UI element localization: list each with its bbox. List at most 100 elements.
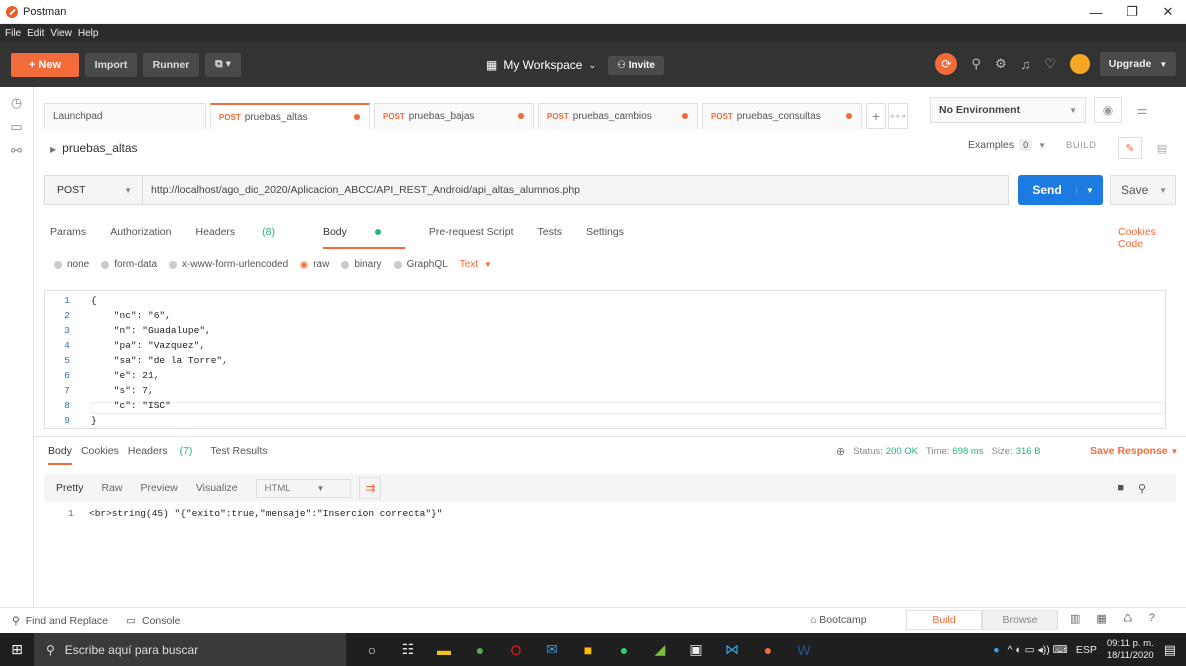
body-editor[interactable]: 1{ 2 "nc": "6", 3 "n": "Guadalupe", 4 "p…	[44, 290, 1166, 429]
eye-icon[interactable]: ◉	[1094, 97, 1122, 123]
tab-body[interactable]: Body	[322, 226, 405, 249]
copy-icon[interactable]: ■	[1117, 482, 1124, 494]
view-visualize[interactable]: Visualize	[196, 482, 238, 494]
bootcamp-button[interactable]: ⌂ Bootcamp	[810, 614, 867, 626]
language-indicator[interactable]: ESP	[1076, 644, 1097, 656]
tab-response-headers[interactable]: Headers (7)	[128, 445, 201, 457]
tab-tests[interactable]: Tests	[538, 226, 563, 238]
radio-raw[interactable]: raw	[300, 259, 329, 270]
view-preview[interactable]: Preview	[140, 482, 177, 494]
console-button[interactable]: Console	[142, 615, 181, 627]
media-icon[interactable]: ▣	[678, 641, 714, 658]
mail-icon[interactable]: ✉	[534, 641, 570, 658]
format-select[interactable]: Text ▼	[460, 259, 492, 270]
tab-pruebas-consultas[interactable]: POST pruebas_consultas	[702, 103, 862, 129]
response-lang-select[interactable]: HTML ▼	[255, 478, 352, 498]
satellite-icon[interactable]: ⚲	[971, 56, 981, 72]
task-view-icon[interactable]: ☷	[390, 641, 426, 658]
app-icon[interactable]: ●	[606, 642, 642, 658]
trash-icon[interactable]: ♺	[1123, 612, 1133, 625]
cortana-icon[interactable]: ○	[354, 642, 390, 658]
globe-icon[interactable]: ⊕	[836, 445, 845, 458]
settings-sliders-icon[interactable]: ⚌	[1128, 97, 1156, 123]
tab-headers[interactable]: Headers (8)	[195, 226, 298, 238]
tab-authorization[interactable]: Authorization	[110, 226, 171, 238]
environment-select[interactable]: No Environment ▼	[930, 97, 1086, 123]
help-circle-icon[interactable]: ●	[993, 644, 999, 656]
tab-params[interactable]: Params	[50, 226, 86, 238]
wrap-lines-icon[interactable]: ⇉	[359, 477, 382, 499]
tab-pre-request-script[interactable]: Pre-request Script	[429, 226, 514, 238]
close-button[interactable]: ✕	[1150, 0, 1186, 24]
tab-pruebas-cambios[interactable]: POST pruebas_cambios	[538, 103, 698, 129]
pencil-icon[interactable]: ✎	[1118, 137, 1142, 159]
bell-icon[interactable]: ♫	[1021, 57, 1031, 72]
menu-view[interactable]: View	[50, 28, 72, 39]
notifications-icon[interactable]: ▤	[1164, 642, 1176, 658]
utorrent-icon[interactable]: ◢	[642, 641, 678, 658]
tab-pruebas-bajas[interactable]: POST pruebas_bajas	[374, 103, 534, 129]
method-select[interactable]: POST ▼	[45, 176, 143, 204]
new-window-button[interactable]: ⧉ ▾	[205, 52, 241, 77]
find-replace-button[interactable]: Find and Replace	[26, 615, 108, 627]
tab-response-cookies[interactable]: Cookies	[81, 445, 119, 457]
cookies-link[interactable]: Cookies	[1118, 226, 1156, 238]
build-label[interactable]: BUILD	[1066, 140, 1096, 151]
menu-file[interactable]: File	[5, 28, 21, 39]
opera-icon[interactable]: O	[498, 642, 534, 658]
document-icon[interactable]: ▤	[1150, 137, 1174, 159]
url-input[interactable]: http://localhost/ago_dic_2020/Aplicacion…	[143, 184, 580, 196]
tab-test-results[interactable]: Test Results	[210, 445, 267, 457]
import-button[interactable]: Import	[85, 52, 137, 77]
radio-binary[interactable]: binary	[341, 259, 382, 270]
view-pretty[interactable]: Pretty	[56, 482, 83, 494]
new-button[interactable]: + New	[11, 52, 79, 77]
avatar[interactable]	[1070, 54, 1090, 74]
tab-pruebas-altas[interactable]: POST pruebas_altas	[210, 103, 370, 129]
word-icon[interactable]: W	[786, 642, 822, 658]
gear-icon[interactable]: ⚙	[995, 56, 1007, 72]
examples-dropdown[interactable]: Examples 0 ▼ BUILD	[968, 139, 1097, 151]
windows-start-icon[interactable]: ⊞	[0, 633, 34, 666]
menu-help[interactable]: Help	[78, 28, 99, 39]
two-pane-icon[interactable]: ▥	[1070, 612, 1080, 625]
search-icon[interactable]: ⚲	[1138, 482, 1146, 495]
save-button[interactable]: Save ▼	[1110, 175, 1176, 205]
radio-urlencoded[interactable]: x-www-form-urlencoded	[169, 259, 288, 270]
response-body[interactable]: 1 <br>string(45) "{"exito":true,"mensaje…	[44, 508, 1176, 522]
tray-icons[interactable]: ^ ◐ ▭ ◂)) ⌨	[1008, 644, 1068, 656]
postman-taskbar-icon[interactable]: ●	[750, 642, 786, 658]
collections-icon[interactable]: ▭	[0, 119, 33, 135]
send-button[interactable]: Send ▼	[1018, 175, 1103, 205]
vscode-icon[interactable]: ⋈	[714, 641, 750, 658]
file-explorer-icon[interactable]: ▬	[426, 642, 462, 658]
save-response-button[interactable]: Save Response ▼	[1090, 445, 1178, 457]
help-icon[interactable]: ?	[1149, 612, 1155, 625]
runner-button[interactable]: Runner	[143, 52, 199, 77]
menu-edit[interactable]: Edit	[27, 28, 44, 39]
build-mode-button[interactable]: Build	[906, 610, 982, 630]
store-icon[interactable]: ■	[570, 642, 606, 658]
minimize-button[interactable]: —	[1078, 0, 1114, 24]
workspace-switcher[interactable]: ▦ My Workspace ⌄ ⚇ Invite	[486, 53, 664, 77]
radio-none[interactable]: none	[54, 259, 89, 270]
new-tab-button[interactable]: +	[866, 103, 886, 129]
chevron-down-icon[interactable]: ▼	[1076, 185, 1103, 195]
apis-icon[interactable]: ⚯	[0, 143, 33, 159]
upgrade-button[interactable]: Upgrade ▼	[1100, 52, 1176, 76]
layout-icon[interactable]: ▦	[1096, 612, 1106, 625]
sync-icon[interactable]: ⟳	[935, 53, 958, 75]
clock[interactable]: 09:11 p. m. 18/11/2020	[1107, 638, 1154, 662]
tab-settings[interactable]: Settings	[586, 226, 624, 238]
maximize-button[interactable]: ❐	[1114, 0, 1150, 24]
radio-graphql[interactable]: GraphQL	[393, 259, 448, 270]
browse-mode-button[interactable]: Browse	[982, 610, 1058, 630]
more-tabs-icon[interactable]: ∘∘∘	[888, 103, 908, 129]
pane-divider[interactable]	[34, 436, 1186, 437]
view-raw[interactable]: Raw	[101, 482, 122, 494]
heart-icon[interactable]: ♡	[1044, 56, 1056, 72]
invite-button[interactable]: ⚇ Invite	[608, 55, 664, 75]
taskbar-search-input[interactable]: ⚲ Escribe aquí para buscar	[34, 633, 346, 666]
chrome-icon[interactable]: ●	[462, 642, 498, 658]
tab-launchpad[interactable]: Launchpad	[44, 103, 206, 129]
